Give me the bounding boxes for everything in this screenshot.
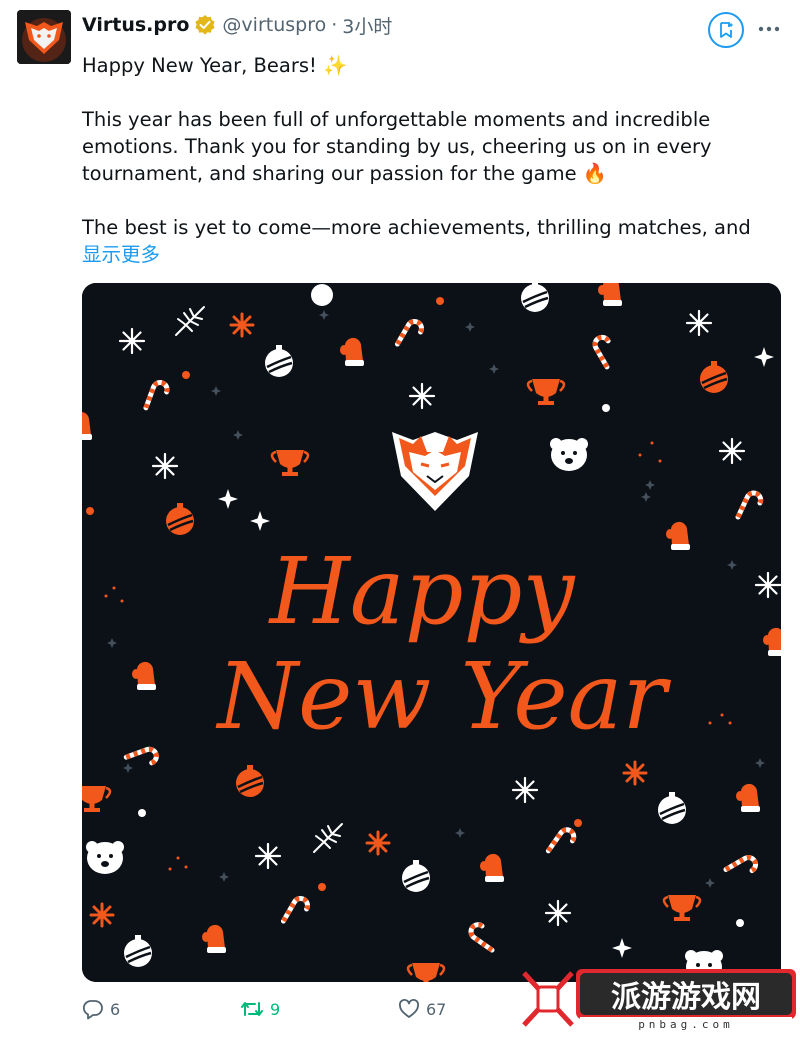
tweet-header: Virtus.pro @virtuspro · 3小时 — [82, 12, 392, 38]
like-count: 67 — [426, 999, 447, 1019]
author-handle[interactable]: @virtuspro — [222, 14, 326, 36]
like-button[interactable]: 67 — [398, 998, 446, 1020]
reply-count: 6 — [110, 999, 121, 1019]
reply-icon — [82, 1000, 103, 1020]
watermark-text: 派游游戏网 — [611, 980, 761, 1015]
virtus-pro-logo-icon — [17, 10, 71, 64]
author-name[interactable]: Virtus.pro — [82, 14, 189, 36]
new-year-image: Happy New Year — [82, 283, 781, 982]
more-icon — [758, 26, 780, 32]
reply-button[interactable]: 6 — [82, 998, 120, 1020]
greeting-new-year: New Year — [216, 643, 672, 750]
tweet-paragraph: This year has been full of unforgettable… — [82, 108, 712, 185]
tweet-paragraph: Happy New Year, Bears! ✨ — [82, 54, 348, 77]
timestamp[interactable]: 3小时 — [342, 12, 392, 39]
grok-icon — [720, 22, 734, 38]
separator-dot: · — [331, 14, 338, 36]
like-icon — [399, 999, 419, 1018]
watermark-url: pnbag.com — [638, 1018, 734, 1031]
tweet-text: Happy New Year, Bears! ✨ This year has b… — [82, 52, 782, 268]
tweet-paragraph: The best is yet to come—more achievement… — [82, 216, 751, 239]
grok-button[interactable] — [708, 12, 744, 48]
more-button[interactable] — [756, 16, 782, 42]
site-watermark: 派游游戏网 pnbag.com — [520, 965, 800, 1033]
greeting-happy: Happy — [268, 538, 576, 645]
retweet-count: 9 — [270, 999, 281, 1019]
retweet-button[interactable]: 9 — [240, 998, 280, 1020]
tweet-image[interactable]: Happy New Year — [82, 283, 781, 982]
tweet: Virtus.pro @virtuspro · 3小时 Happy New Ye… — [0, 0, 800, 1033]
verified-badge-icon — [194, 14, 216, 36]
watermark-logo-icon — [522, 971, 574, 1027]
retweet-icon — [241, 1002, 263, 1016]
show-more-link[interactable]: 显示更多 — [82, 241, 782, 268]
avatar[interactable] — [17, 10, 71, 64]
